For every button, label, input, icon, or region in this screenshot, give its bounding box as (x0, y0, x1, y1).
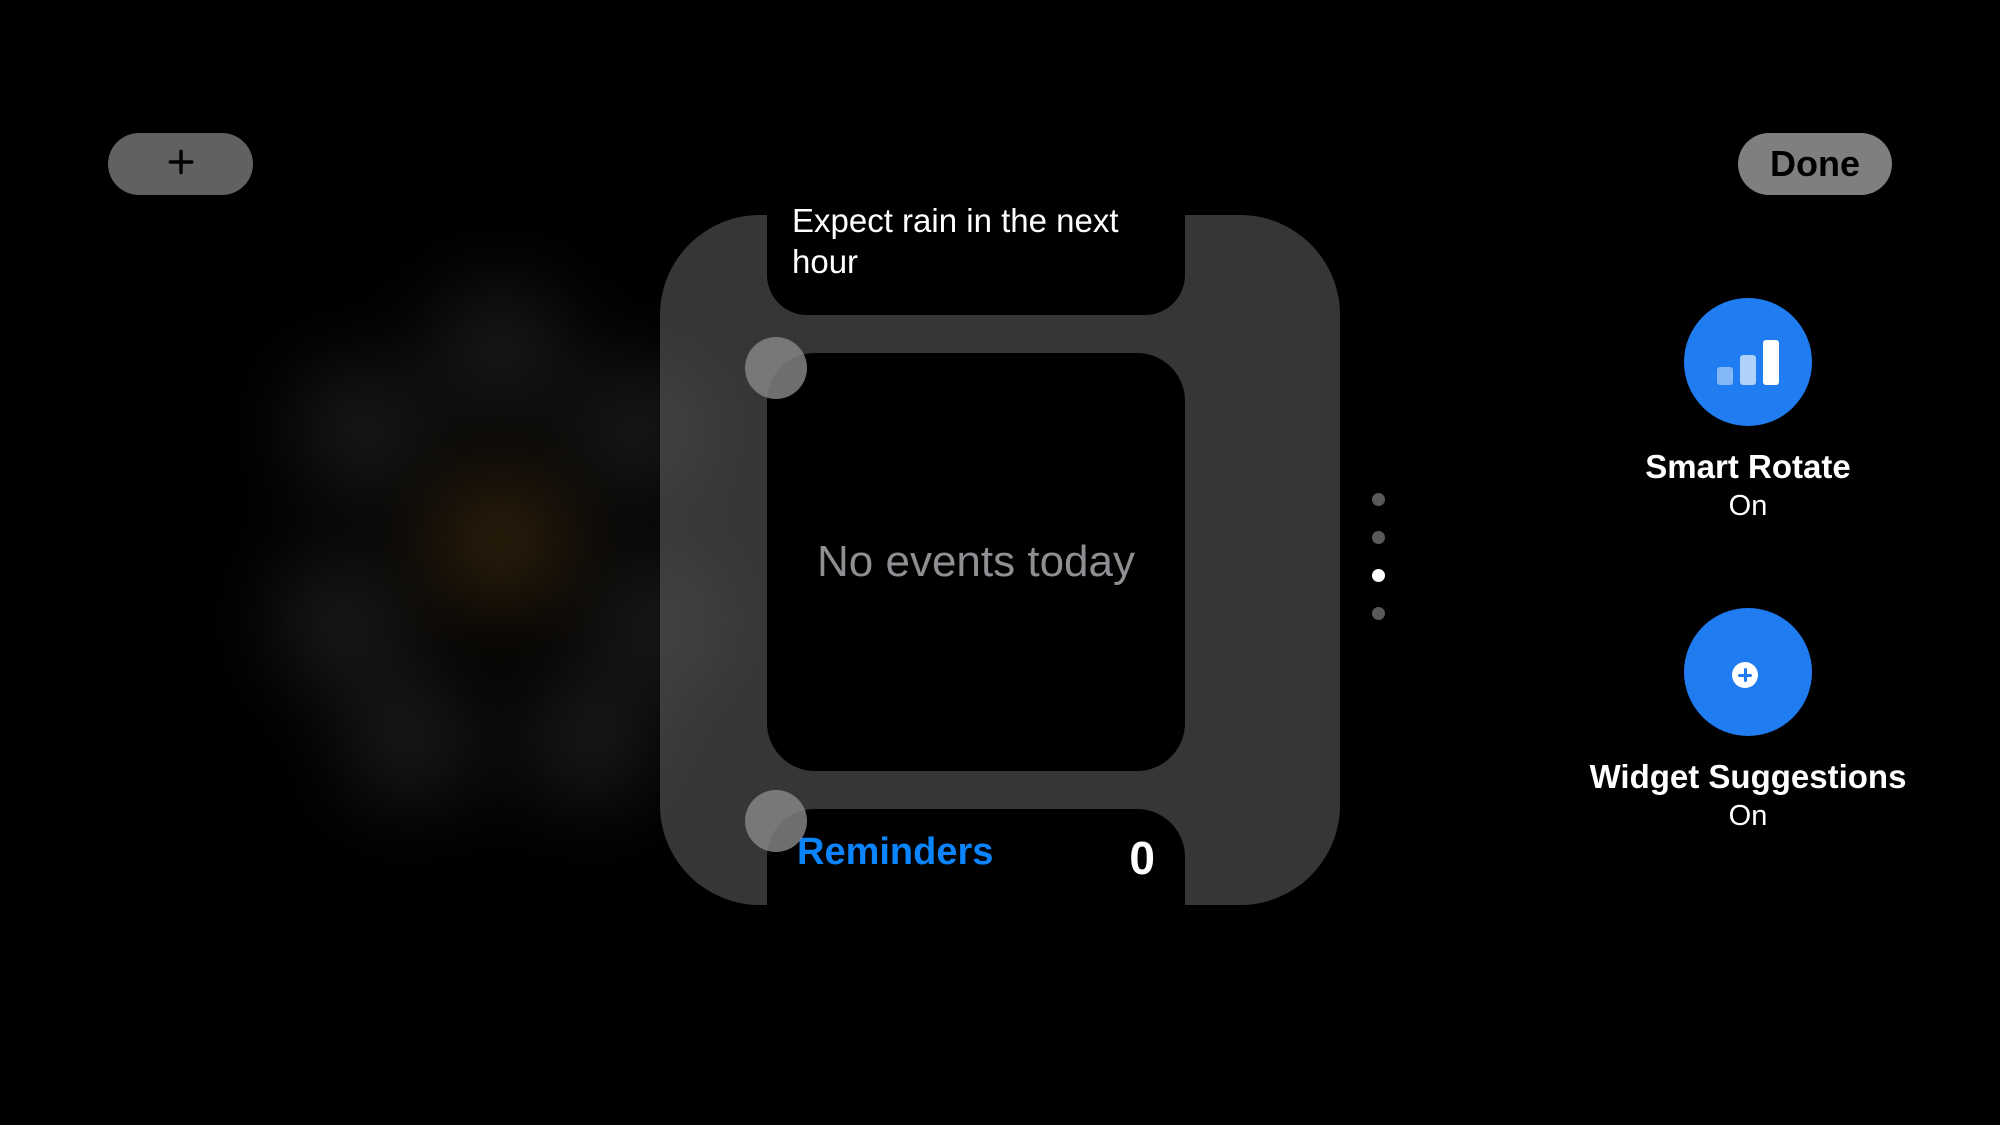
calendar-empty-text: No events today (817, 537, 1135, 587)
smart-rotate-title: Smart Rotate (1645, 448, 1850, 486)
wallpaper-blur (250, 290, 730, 770)
done-button[interactable]: Done (1738, 133, 1892, 195)
widget-suggestions-title: Widget Suggestions (1590, 758, 1907, 796)
bars-icon (1717, 340, 1779, 385)
smart-rotate-toggle[interactable] (1684, 298, 1812, 426)
add-widget-button[interactable] (108, 133, 253, 195)
done-label: Done (1770, 143, 1860, 185)
page-dot (1372, 531, 1385, 544)
remove-widget-button[interactable] (745, 337, 807, 399)
page-dot (1372, 607, 1385, 620)
widget-weather[interactable]: Expect rain in the next hour (767, 200, 1185, 315)
widget-suggestions-status: On (1729, 800, 1768, 833)
page-dot-active (1372, 569, 1385, 582)
widget-suggestions-toggle[interactable] (1684, 608, 1812, 736)
widget-suggestions-option: Widget Suggestions On (1533, 608, 1963, 833)
reminders-count: 0 (1129, 831, 1155, 885)
stack-page-indicator (1372, 493, 1385, 620)
smart-rotate-option: Smart Rotate On (1533, 298, 1963, 523)
page-dot (1372, 493, 1385, 506)
widget-calendar[interactable]: No events today (767, 353, 1185, 771)
widget-stack-editor[interactable]: Expect rain in the next hour No events t… (660, 215, 1340, 905)
smart-rotate-status: On (1729, 490, 1768, 523)
weather-summary-text: Expect rain in the next hour (792, 200, 1160, 283)
plus-icon (165, 146, 197, 183)
reminders-title: Reminders (797, 831, 993, 874)
widget-reminders[interactable]: Reminders 0 (767, 809, 1185, 919)
remove-widget-button[interactable] (745, 790, 807, 852)
